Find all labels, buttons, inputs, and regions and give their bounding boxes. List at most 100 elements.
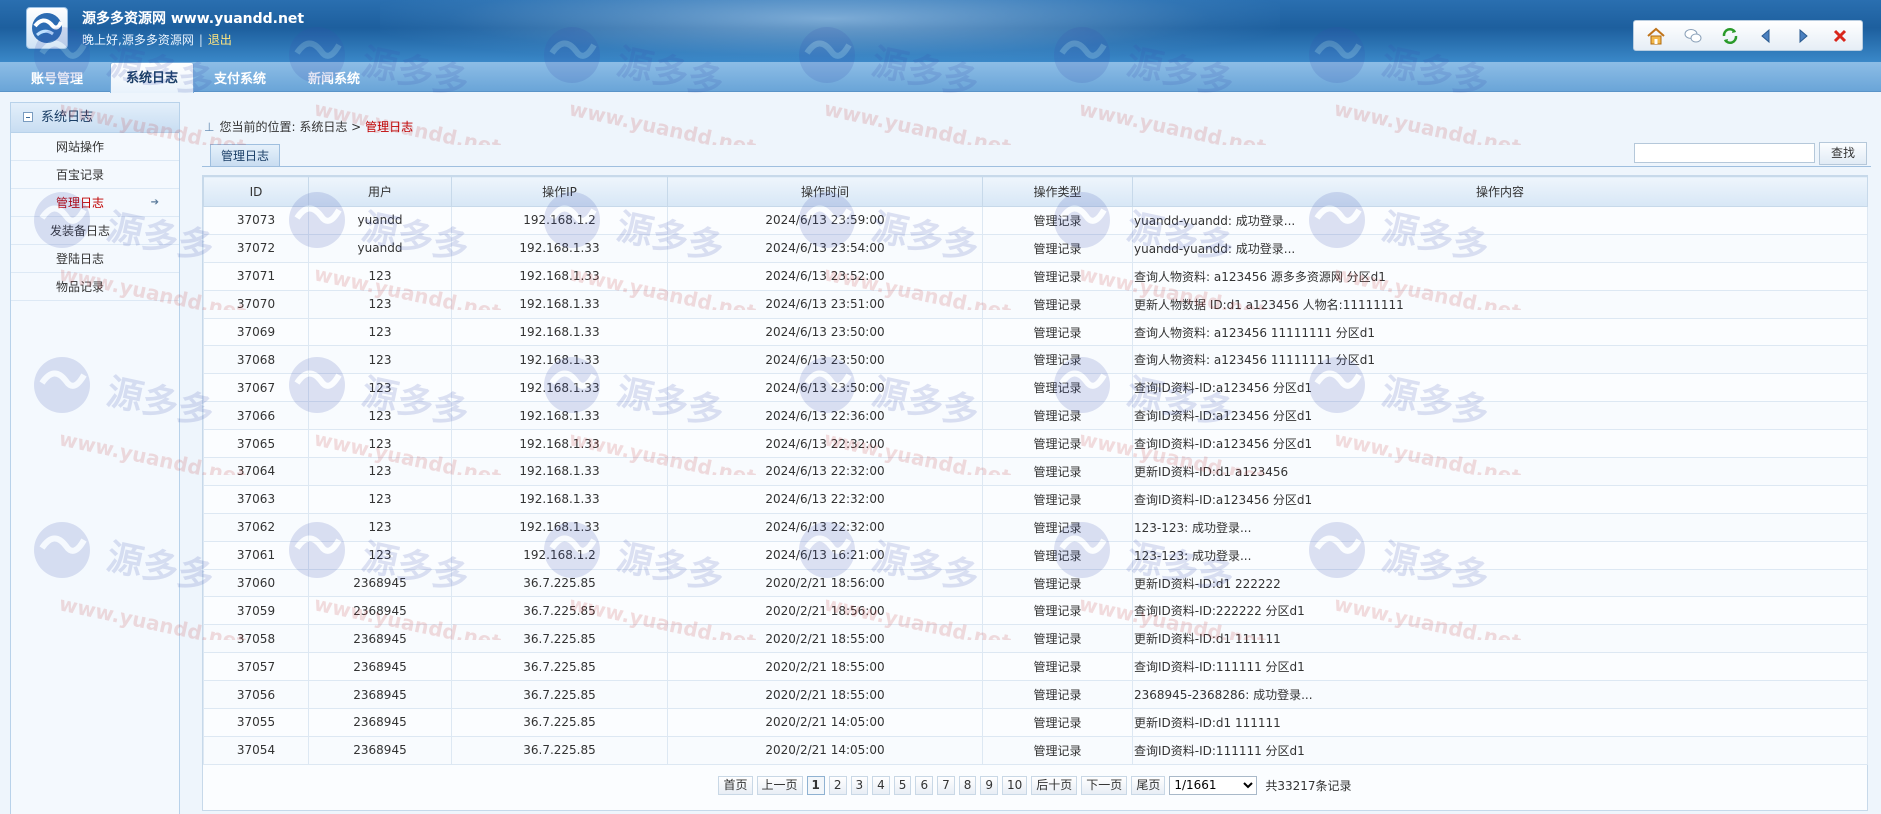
page-select[interactable]: 1/1661 bbox=[1169, 775, 1258, 795]
sidebar: 系统日志 网站操作 百宝记录 管理日志 ➔ 发装备日志 登陆日志 物品记录 bbox=[10, 102, 180, 814]
cell-type: 管理记录 bbox=[982, 680, 1133, 710]
col-header-id[interactable]: ID bbox=[203, 176, 309, 207]
table-row[interactable]: 37069 123 192.168.1.33 2024/6/13 23:50:00 管理… bbox=[203, 317, 1868, 347]
back-button[interactable] bbox=[1753, 24, 1779, 48]
page-4-button[interactable]: 4 bbox=[872, 775, 890, 795]
table-row[interactable]: 37054 2368945 36.7.225.85 2020/2/21 14:05:0… bbox=[203, 735, 1868, 765]
cell-content: 更新人物数据 ID:d1 a123456 人物名:11111111 bbox=[1132, 289, 1868, 319]
page-6-button[interactable]: 6 bbox=[915, 775, 934, 795]
page-9-button[interactable]: 9 bbox=[980, 775, 998, 795]
sidebar-item-equip-log[interactable]: 发装备日志 bbox=[11, 217, 179, 245]
cell-type: 管理记录 bbox=[982, 206, 1133, 235]
collapse-icon[interactable] bbox=[23, 111, 33, 122]
table-row[interactable]: 37055 2368945 36.7.225.85 2020/2/21 14:05:0… bbox=[203, 708, 1868, 737]
breadcrumb-parent[interactable]: 系统日志 bbox=[299, 120, 347, 134]
cell-user: yuandd bbox=[308, 233, 452, 263]
table-row[interactable]: 37068 123 192.168.1.33 2024/6/13 23:50:00 管理… bbox=[203, 345, 1868, 375]
close-button[interactable] bbox=[1827, 24, 1853, 48]
table-row[interactable]: 37067 123 192.168.1.33 2024/6/13 23:50:00 管理… bbox=[203, 373, 1868, 403]
table-row[interactable]: 37059 2368945 36.7.225.85 2020/2/21 18:56:0… bbox=[203, 596, 1868, 626]
table-row[interactable]: 37071 123 192.168.1.33 2024/6/13 23:52:00 管理… bbox=[203, 261, 1868, 291]
breadcrumb-current: 管理日志 bbox=[365, 120, 414, 134]
col-header-content[interactable]: 操作内容 bbox=[1132, 176, 1868, 207]
sidebar-item-site-ops[interactable]: 网站操作 bbox=[11, 133, 179, 161]
cell-id: 37067 bbox=[203, 373, 309, 403]
refresh-button[interactable] bbox=[1717, 24, 1743, 48]
forward-button[interactable] bbox=[1790, 24, 1816, 48]
page-5-button[interactable]: 5 bbox=[893, 775, 912, 795]
col-header-ip[interactable]: 操作IP bbox=[451, 176, 668, 207]
tab-divider bbox=[202, 166, 1871, 167]
cell-type: 管理记录 bbox=[982, 596, 1133, 626]
cell-id: 37065 bbox=[203, 429, 309, 459]
main-nav: 账号管理 系统日志 支付系统 新闻系统 bbox=[0, 62, 1881, 93]
cell-time: 2024/6/13 23:50:00 bbox=[667, 373, 983, 403]
home-button[interactable] bbox=[1643, 24, 1669, 48]
next-page-button[interactable]: 下一页 bbox=[1081, 775, 1128, 795]
nav-tab-news[interactable]: 新闻系统 bbox=[294, 68, 374, 92]
table-row[interactable]: 37065 123 192.168.1.33 2024/6/13 22:32:00 管理… bbox=[203, 429, 1868, 459]
main-content: ⊥ 您当前的位置: 系统日志 > 管理日志 管理日志 查找 ID 用户 操作IP … bbox=[192, 102, 1871, 814]
cell-type: 管理记录 bbox=[982, 457, 1133, 486]
page-7-button[interactable]: 7 bbox=[937, 775, 955, 795]
last-page-button[interactable]: 尾页 bbox=[1131, 775, 1166, 795]
search-input[interactable] bbox=[1634, 143, 1815, 163]
logout-link[interactable]: 退出 bbox=[208, 33, 232, 47]
table-row[interactable]: 37066 123 192.168.1.33 2024/6/13 22:36:00 管理… bbox=[203, 401, 1868, 431]
col-header-user[interactable]: 用户 bbox=[308, 176, 452, 207]
cell-time: 2024/6/13 23:59:00 bbox=[667, 206, 983, 235]
sidebar-item-login-log[interactable]: 登陆日志 bbox=[11, 245, 179, 273]
page-3-button[interactable]: 3 bbox=[850, 775, 869, 795]
search-button[interactable]: 查找 bbox=[1819, 142, 1867, 165]
table-row[interactable]: 37061 123 192.168.1.2 2024/6/13 16:21:00 管理记… bbox=[203, 540, 1868, 570]
table-row[interactable]: 37056 2368945 36.7.225.85 2020/2/21 18:55:0… bbox=[203, 680, 1868, 710]
nav-tab-accounts[interactable]: 账号管理 bbox=[18, 68, 96, 92]
nav-tab-system-log[interactable]: 系统日志 bbox=[110, 62, 194, 93]
sidebar-header[interactable]: 系统日志 bbox=[11, 103, 179, 133]
cell-type: 管理记录 bbox=[982, 484, 1133, 514]
first-page-button[interactable]: 首页 bbox=[718, 775, 753, 795]
page-8-button[interactable]: 8 bbox=[958, 775, 977, 795]
page-10-button[interactable]: 10 bbox=[1002, 775, 1028, 795]
sidebar-item-item-log[interactable]: 物品记录 bbox=[11, 273, 179, 301]
site-title: 源多多资源网 www.yuandd.net bbox=[82, 11, 305, 27]
cell-user: 123 bbox=[308, 345, 452, 375]
table-row[interactable]: 37063 123 192.168.1.33 2024/6/13 22:32:00 管理… bbox=[203, 484, 1868, 514]
table-row[interactable]: 37058 2368945 36.7.225.85 2020/2/21 18:55:0… bbox=[203, 624, 1868, 654]
cell-content: 查询ID资料-ID:111111 分区d1 bbox=[1132, 735, 1868, 765]
col-header-type[interactable]: 操作类型 bbox=[982, 176, 1133, 207]
col-header-time[interactable]: 操作时间 bbox=[667, 176, 983, 207]
cell-user: 2368945 bbox=[308, 652, 452, 682]
table-row[interactable]: 37064 123 192.168.1.33 2024/6/13 22:32:00 管理… bbox=[203, 457, 1868, 486]
table-row[interactable]: 37057 2368945 36.7.225.85 2020/2/21 18:55:0… bbox=[203, 652, 1868, 682]
cell-type: 管理记录 bbox=[982, 540, 1133, 570]
cell-content: yuandd-yuandd: 成功登录... bbox=[1132, 233, 1868, 263]
table-row[interactable]: 37062 123 192.168.1.33 2024/6/13 22:32:00 管理… bbox=[203, 512, 1868, 542]
tab-admin-log[interactable]: 管理日志 bbox=[210, 144, 281, 166]
separator: | bbox=[198, 33, 203, 47]
chat-button[interactable] bbox=[1680, 24, 1706, 48]
cell-time: 2020/2/21 18:55:00 bbox=[667, 652, 983, 682]
cell-time: 2024/6/13 23:52:00 bbox=[667, 261, 983, 291]
cell-ip: 192.168.1.33 bbox=[451, 457, 668, 486]
cell-time: 2024/6/13 23:54:00 bbox=[667, 233, 983, 263]
sidebar-item-admin-log[interactable]: 管理日志 ➔ bbox=[11, 189, 179, 217]
prev-page-button[interactable]: 上一页 bbox=[756, 775, 803, 795]
table-header-row: ID 用户 操作IP 操作时间 操作类型 操作内容 bbox=[203, 176, 1868, 207]
table-row[interactable]: 37070 123 192.168.1.33 2024/6/13 23:51:00 管理… bbox=[203, 289, 1868, 319]
chevron-right-icon: ➔ bbox=[150, 197, 159, 208]
nav-tab-payment[interactable]: 支付系统 bbox=[200, 68, 280, 92]
pagination: 首页 上一页 1 2 3 4 5 6 7 8 9 10 后十页 下一页 尾页 1… bbox=[202, 772, 1868, 798]
cell-id: 37061 bbox=[203, 540, 309, 570]
cell-ip: 36.7.225.85 bbox=[451, 735, 668, 765]
cell-ip: 36.7.225.85 bbox=[451, 596, 668, 626]
table-row[interactable]: 37072 yuandd 192.168.1.33 2024/6/13 23:54:0… bbox=[203, 233, 1868, 263]
page-1-button[interactable]: 1 bbox=[806, 775, 825, 795]
sidebar-item-treasure[interactable]: 百宝记录 bbox=[11, 161, 179, 189]
page-2-button[interactable]: 2 bbox=[828, 775, 847, 795]
cell-content: 查询ID资料-ID:111111 分区d1 bbox=[1132, 652, 1868, 682]
table-row[interactable]: 37073 yuandd 192.168.1.2 2024/6/13 23:59:00… bbox=[203, 206, 1868, 235]
table-row[interactable]: 37060 2368945 36.7.225.85 2020/2/21 18:56:0… bbox=[203, 568, 1868, 598]
next-ten-button[interactable]: 后十页 bbox=[1031, 775, 1078, 795]
cell-user: 123 bbox=[308, 289, 452, 319]
